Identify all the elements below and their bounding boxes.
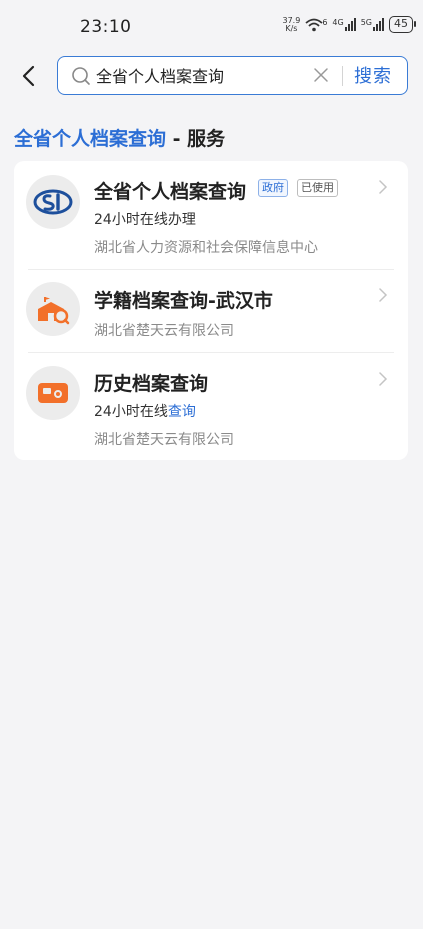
- school-search-icon: [38, 297, 70, 325]
- result-subtitle: 24小时在线查询: [94, 404, 196, 420]
- results-card: 全省个人档案查询 政府 已使用 24小时在线办理 湖北省人力资源和社会保障信息中…: [14, 161, 408, 460]
- used-tag: 已使用: [297, 179, 338, 197]
- service-logo: [26, 282, 80, 336]
- cell-signal-icon-2: 5G: [361, 18, 384, 31]
- social-insurance-logo-icon: [33, 189, 73, 215]
- section-title-category: 服务: [187, 128, 226, 150]
- search-button[interactable]: 搜索: [354, 62, 392, 88]
- service-logo: [26, 366, 80, 420]
- search-box[interactable]: 搜索: [57, 56, 408, 95]
- network-speed: 37.9 K/s: [282, 15, 301, 33]
- result-item[interactable]: 学籍档案查询-武汉市 湖北省楚天云有限公司: [14, 270, 408, 352]
- search-icon: [72, 67, 90, 85]
- section-title-separator: -: [166, 128, 188, 150]
- clear-icon[interactable]: [312, 66, 330, 84]
- wifi-icon: 6: [305, 18, 327, 32]
- search-header: 搜索: [0, 56, 423, 96]
- result-item[interactable]: 全省个人档案查询 政府 已使用 24小时在线办理 湖北省人力资源和社会保障信息中…: [14, 161, 408, 269]
- result-title: 全省个人档案查询: [94, 181, 247, 203]
- result-item[interactable]: 历史档案查询 24小时在线查询 湖北省楚天云有限公司: [14, 353, 408, 460]
- chevron-right-icon[interactable]: [378, 287, 388, 303]
- chevron-right-icon[interactable]: [378, 371, 388, 387]
- back-button[interactable]: [12, 58, 44, 94]
- search-input[interactable]: [96, 63, 306, 87]
- status-indicators: 37.9 K/s 6 4G 5G 45: [282, 15, 416, 33]
- search-divider: [342, 66, 343, 86]
- section-title-query: 全省个人档案查询: [14, 128, 167, 150]
- service-logo: [26, 175, 80, 229]
- gov-tag: 政府: [258, 179, 288, 197]
- result-org: 湖北省楚天云有限公司: [94, 432, 234, 448]
- chevron-left-icon: [22, 65, 35, 87]
- status-time: 23:10: [80, 17, 132, 37]
- status-bar: 23:10 37.9 K/s 6 4G 5G 45: [0, 0, 423, 52]
- history-search-icon: [38, 383, 68, 403]
- query-link[interactable]: 查询: [168, 404, 196, 420]
- result-org: 湖北省人力资源和社会保障信息中心: [94, 240, 318, 256]
- result-org: 湖北省楚天云有限公司: [94, 323, 234, 339]
- result-title: 历史档案查询: [94, 373, 209, 395]
- chevron-right-icon[interactable]: [378, 179, 388, 195]
- result-subtitle: 24小时在线办理: [94, 212, 196, 228]
- cell-signal-icon-1: 4G: [332, 18, 356, 31]
- section-title: 全省个人档案查询 - 服务: [14, 124, 225, 151]
- battery-icon: 45: [389, 16, 416, 33]
- result-title: 学籍档案查询-武汉市: [94, 290, 273, 312]
